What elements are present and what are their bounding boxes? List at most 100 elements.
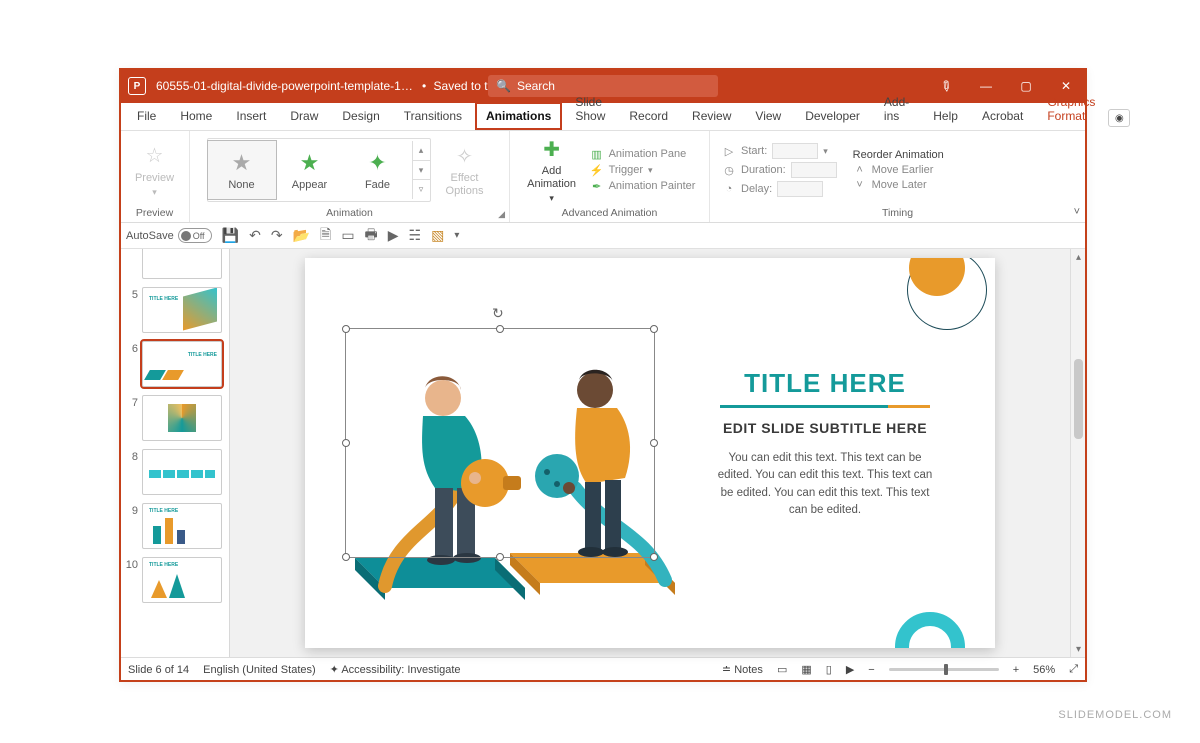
present-icon[interactable]: ☵ — [409, 227, 422, 244]
scroll-thumb[interactable] — [1074, 359, 1083, 439]
add-animation-button[interactable]: ✚ Add Animation▾ — [524, 136, 580, 203]
sorter-view-icon[interactable]: ▦ — [801, 663, 811, 676]
animation-fade[interactable]: ✦Fade — [344, 141, 412, 199]
tab-graphics-format[interactable]: Graphics Format — [1036, 88, 1106, 130]
thumb-num-10: 10 — [124, 557, 138, 571]
zoom-slider[interactable] — [889, 668, 999, 671]
zoom-in-icon[interactable]: + — [1013, 664, 1019, 676]
notes-button[interactable]: ≐ Notes — [722, 663, 763, 676]
animation-pane-button[interactable]: ▥Animation Pane — [590, 147, 696, 162]
dialog-launcher-icon[interactable]: ◢ — [498, 209, 505, 220]
zoom-level[interactable]: 56% — [1033, 664, 1055, 676]
move-later-button[interactable]: ˅Move Later — [853, 178, 944, 192]
slide-title[interactable]: TITLE HERE — [744, 368, 906, 399]
status-language[interactable]: English (United States) — [203, 664, 316, 676]
down-icon: ˅ — [853, 179, 867, 191]
tab-view[interactable]: View — [744, 102, 792, 130]
reading-view-icon[interactable]: ▯ — [826, 663, 832, 676]
print-icon[interactable]: 🖶 — [365, 224, 378, 248]
slide-thumbnails[interactable]: 5 TITLE HERE 6 TITLE HERE 7 8 9 TITLE HE… — [120, 249, 230, 657]
redo-icon[interactable]: ↷ — [271, 227, 283, 244]
resize-handle[interactable] — [342, 439, 350, 447]
up-icon: ˄ — [853, 164, 867, 176]
slide-canvas-area[interactable]: ↻ TITLE HERE EDIT SLIDE SUBTITLE HERE Yo… — [230, 249, 1070, 657]
tab-developer[interactable]: Developer — [794, 102, 871, 130]
new-slide-icon[interactable]: ▭ — [341, 227, 354, 244]
minimize-button[interactable]: — — [966, 69, 1006, 103]
move-earlier-button[interactable]: ˄Move Earlier — [853, 163, 944, 177]
gallery-scroll[interactable]: ▴▾▿ — [412, 141, 430, 199]
thumb-5[interactable]: TITLE HERE — [142, 287, 222, 333]
thumb-10[interactable]: TITLE HERE — [142, 557, 222, 603]
slide-subtitle[interactable]: EDIT SLIDE SUBTITLE HERE — [723, 420, 927, 436]
from-beginning-icon[interactable]: ▶ — [388, 227, 399, 244]
tab-insert[interactable]: Insert — [225, 102, 277, 130]
trigger-icon: ⚡ — [590, 164, 604, 177]
open-icon[interactable]: 📂 — [293, 227, 310, 244]
status-slide-number[interactable]: Slide 6 of 14 — [128, 664, 189, 676]
shapes-icon[interactable]: ▧ — [431, 227, 444, 244]
notes-icon: ≐ — [722, 664, 734, 676]
thumb-num-7: 7 — [124, 395, 138, 409]
zoom-out-icon[interactable]: − — [868, 664, 874, 676]
scroll-down-icon[interactable]: ▾ — [1071, 641, 1086, 657]
effect-options-button[interactable]: ✧ Effect Options — [437, 143, 493, 196]
clock-icon: ◷ — [722, 164, 736, 177]
trigger-button[interactable]: ⚡Trigger ▾ — [590, 163, 696, 178]
tab-record[interactable]: Record — [618, 102, 679, 130]
thumb-8[interactable] — [142, 449, 222, 495]
status-accessibility[interactable]: ✦ Accessibility: Investigate — [330, 663, 461, 676]
powerpoint-icon: P — [128, 77, 146, 95]
resize-handle[interactable] — [650, 439, 658, 447]
thumb-9[interactable]: TITLE HERE — [142, 503, 222, 549]
thumb-6[interactable]: TITLE HERE — [142, 341, 222, 387]
animation-gallery[interactable]: ★None ★Appear ✦Fade ▴▾▿ — [207, 138, 431, 202]
collapse-ribbon-button[interactable]: ◉ — [1108, 109, 1130, 127]
slideshow-view-icon[interactable]: ▶ — [846, 663, 854, 676]
thumb-7[interactable] — [142, 395, 222, 441]
animation-painter-button[interactable]: ✒Animation Painter — [590, 179, 696, 194]
ribbon-options-icon[interactable]: ˅ — [1074, 206, 1080, 218]
new-icon[interactable]: 🗎 — [320, 224, 331, 248]
resize-handle[interactable] — [650, 553, 658, 561]
animation-appear[interactable]: ★Appear — [276, 141, 344, 199]
ink-tools-icon[interactable]: ✎ — [926, 69, 966, 103]
thumb-num-8: 8 — [124, 449, 138, 463]
timing-delay[interactable]: ◔Delay: — [722, 180, 837, 198]
tab-review[interactable]: Review — [681, 102, 742, 130]
resize-handle[interactable] — [342, 325, 350, 333]
delay-icon: ◔ — [722, 183, 736, 195]
tab-transitions[interactable]: Transitions — [393, 102, 473, 130]
document-title[interactable]: 60555-01-digital-divide-powerpoint-templ… — [156, 79, 416, 93]
undo-icon[interactable]: ↶ — [249, 227, 261, 244]
resize-handle[interactable] — [496, 325, 504, 333]
tab-help[interactable]: Help — [922, 102, 969, 130]
preview-button[interactable]: ☆ Preview▾ — [128, 143, 181, 198]
resize-handle[interactable] — [496, 553, 504, 561]
normal-view-icon[interactable]: ▭ — [777, 663, 787, 676]
tab-file[interactable]: File — [126, 102, 167, 130]
fit-to-window-icon[interactable]: ⤢ — [1069, 663, 1078, 676]
thumb-partial[interactable] — [142, 249, 222, 279]
tab-slideshow[interactable]: Slide Show — [564, 88, 616, 130]
tab-animations[interactable]: Animations — [475, 102, 562, 130]
resize-handle[interactable] — [342, 553, 350, 561]
tab-home[interactable]: Home — [169, 102, 223, 130]
save-icon[interactable]: 💾 — [222, 227, 239, 244]
scroll-up-icon[interactable]: ▴ — [1071, 249, 1086, 265]
timing-duration[interactable]: ◷Duration: — [722, 161, 837, 179]
tab-acrobat[interactable]: Acrobat — [971, 102, 1034, 130]
timing-start[interactable]: ▷Start:▾ — [722, 142, 837, 160]
selection-box[interactable]: ↻ — [345, 328, 655, 558]
autosave-toggle[interactable]: AutoSave Off — [126, 228, 212, 243]
slide-body[interactable]: You can edit this text. This text can be… — [710, 450, 940, 519]
tab-draw[interactable]: Draw — [279, 102, 329, 130]
slide[interactable]: ↻ TITLE HERE EDIT SLIDE SUBTITLE HERE Yo… — [305, 258, 995, 648]
tab-addins[interactable]: Add-ins — [873, 88, 920, 130]
qat-more-icon[interactable]: ▾ — [454, 230, 459, 241]
animation-none[interactable]: ★None — [208, 141, 276, 199]
rotate-handle-icon[interactable]: ↻ — [492, 305, 508, 321]
tab-design[interactable]: Design — [331, 102, 390, 130]
resize-handle[interactable] — [650, 325, 658, 333]
vertical-scrollbar[interactable]: ▴ ▾ — [1070, 249, 1086, 657]
